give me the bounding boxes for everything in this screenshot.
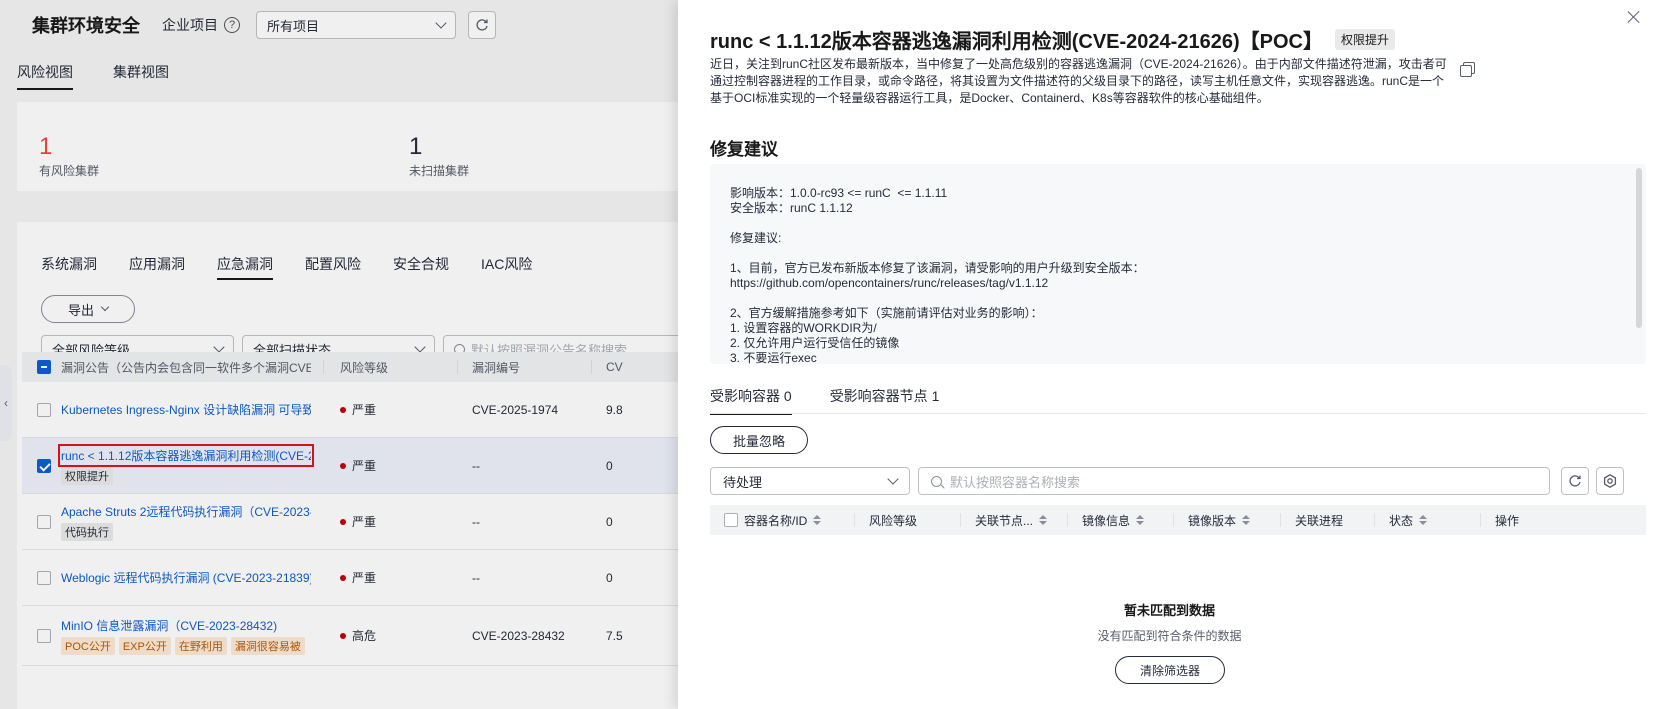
col-label: 操作 xyxy=(1495,513,1520,528)
col-status: 状态 xyxy=(1375,505,1481,535)
col-process: 关联进程 xyxy=(1281,505,1375,535)
sort-icon[interactable] xyxy=(1136,515,1145,525)
gear-icon xyxy=(1603,474,1617,488)
batch-ignore-button[interactable]: 批量忽略 xyxy=(710,426,808,454)
col-label: 关联进程 xyxy=(1295,513,1344,528)
col-image-version: 镜像版本 xyxy=(1174,505,1281,535)
refresh-icon xyxy=(1569,475,1581,487)
col-label: 关联节点... xyxy=(975,513,1034,528)
status-select-value: 待处理 xyxy=(723,474,763,490)
empty-state-title: 暂未匹配到数据 xyxy=(1123,603,1215,618)
sort-icon[interactable] xyxy=(1419,515,1428,525)
status-select[interactable]: 待处理 xyxy=(710,467,910,495)
col-image-info: 镜像信息 xyxy=(1068,505,1174,535)
fix-line: 影响版本：1.0.0-rc93 <= runC <= 1.1.11 xyxy=(730,186,948,200)
tab-count: 1 xyxy=(931,388,940,404)
fix-line: 1、目前，官方已发布新版本修复了该漏洞，请受影响的用户升级到安全版本： xyxy=(730,261,1145,275)
tab-label: 受影响容器 xyxy=(710,388,780,404)
fix-line: 3. 不要运行exec xyxy=(730,351,817,364)
col-node: 关联节点... xyxy=(961,505,1068,535)
col-label: 镜像版本 xyxy=(1188,513,1237,528)
col-risk-level: 风险等级 xyxy=(855,505,961,535)
drawer-title-text: runc < 1.1.12版本容器逃逸漏洞利用检测(CVE-2024-21626… xyxy=(710,31,1323,53)
chevron-down-icon xyxy=(887,473,899,485)
fix-heading: 修复建议 xyxy=(710,140,778,159)
fix-line: 修复建议: xyxy=(730,231,782,245)
sort-icon[interactable] xyxy=(813,515,822,525)
fix-line: ​ xyxy=(730,216,1626,231)
drawer-tabs: 受影响容器 0 受影响容器节点 1 xyxy=(710,386,939,415)
refresh-button[interactable] xyxy=(1561,467,1589,495)
clear-filter-button[interactable]: 清除筛选器 xyxy=(1115,656,1225,684)
container-search-input[interactable]: 默认按照容器名称搜索 xyxy=(918,467,1550,495)
fix-line: https://github.com/opencontainers/runc/r… xyxy=(730,276,1049,290)
vuln-detail-drawer: runc < 1.1.12版本容器逃逸漏洞利用检测(CVE-2024-21626… xyxy=(678,0,1661,709)
col-container-name: 容器名称/ID xyxy=(710,505,855,535)
close-icon[interactable] xyxy=(1627,10,1641,24)
col-label: 状态 xyxy=(1389,513,1414,528)
col-actions: 操作 xyxy=(1481,505,1646,535)
tab-count: 0 xyxy=(783,388,792,404)
sort-icon[interactable] xyxy=(1242,515,1251,525)
drawer-description: 近日，关注到runC社区发布最新版本，当中修复了一处高危级别的容器逃逸漏洞（CV… xyxy=(710,57,1447,105)
container-table-header: 容器名称/ID 风险等级 关联节点... 镜像信息 镜像版本 关联进程 状态 操… xyxy=(710,505,1646,535)
col-label: 风险等级 xyxy=(869,513,918,528)
fix-line: ​ xyxy=(730,291,1626,306)
modal-overlay[interactable] xyxy=(0,0,680,709)
settings-button[interactable] xyxy=(1596,467,1624,495)
scrollbar[interactable] xyxy=(1636,168,1642,328)
empty-state-subtitle: 没有匹配到符合条件的数据 xyxy=(1097,629,1242,643)
collapse-handle[interactable]: ‹ xyxy=(0,365,12,441)
fix-advice-box[interactable]: 影响版本：1.0.0-rc93 <= runC <= 1.1.11 安全版本：r… xyxy=(710,164,1646,364)
tab-affected-nodes[interactable]: 受影响容器节点 1 xyxy=(830,386,940,415)
fix-line: 2. 仅允许用户运行受信任的镜像 xyxy=(730,336,900,350)
drawer-title: runc < 1.1.12版本容器逃逸漏洞利用检测(CVE-2024-21626… xyxy=(710,25,1395,54)
fix-line: 1. 设置容器的WORKDIR为/ xyxy=(730,321,877,335)
search-icon xyxy=(931,475,942,487)
fix-line: ​ xyxy=(730,246,1626,261)
container-search-placeholder: 默认按照容器名称搜索 xyxy=(950,474,1081,490)
col-label: 镜像信息 xyxy=(1082,513,1131,528)
select-all-checkbox[interactable] xyxy=(724,513,738,527)
sort-icon[interactable] xyxy=(1039,515,1048,525)
tab-affected-containers[interactable]: 受影响容器 0 xyxy=(710,386,792,415)
col-label: 容器名称/ID xyxy=(744,513,808,528)
drawer-badge: 权限提升 xyxy=(1334,29,1395,50)
copy-icon[interactable] xyxy=(1460,62,1475,77)
tab-divider xyxy=(710,413,1646,414)
chevron-left-icon: ‹ xyxy=(4,396,8,410)
fix-line: 2、官方缓解措施参考如下（实施前请评估对业务的影响）： xyxy=(730,306,1043,320)
fix-line: 安全版本：runC 1.1.12 xyxy=(730,201,853,215)
tab-label: 受影响容器节点 xyxy=(829,388,928,404)
base-page: 集群环境安全 企业项目 ? 所有项目 风险视图 集群视图 1 有风险集群 1 未… xyxy=(0,0,680,709)
